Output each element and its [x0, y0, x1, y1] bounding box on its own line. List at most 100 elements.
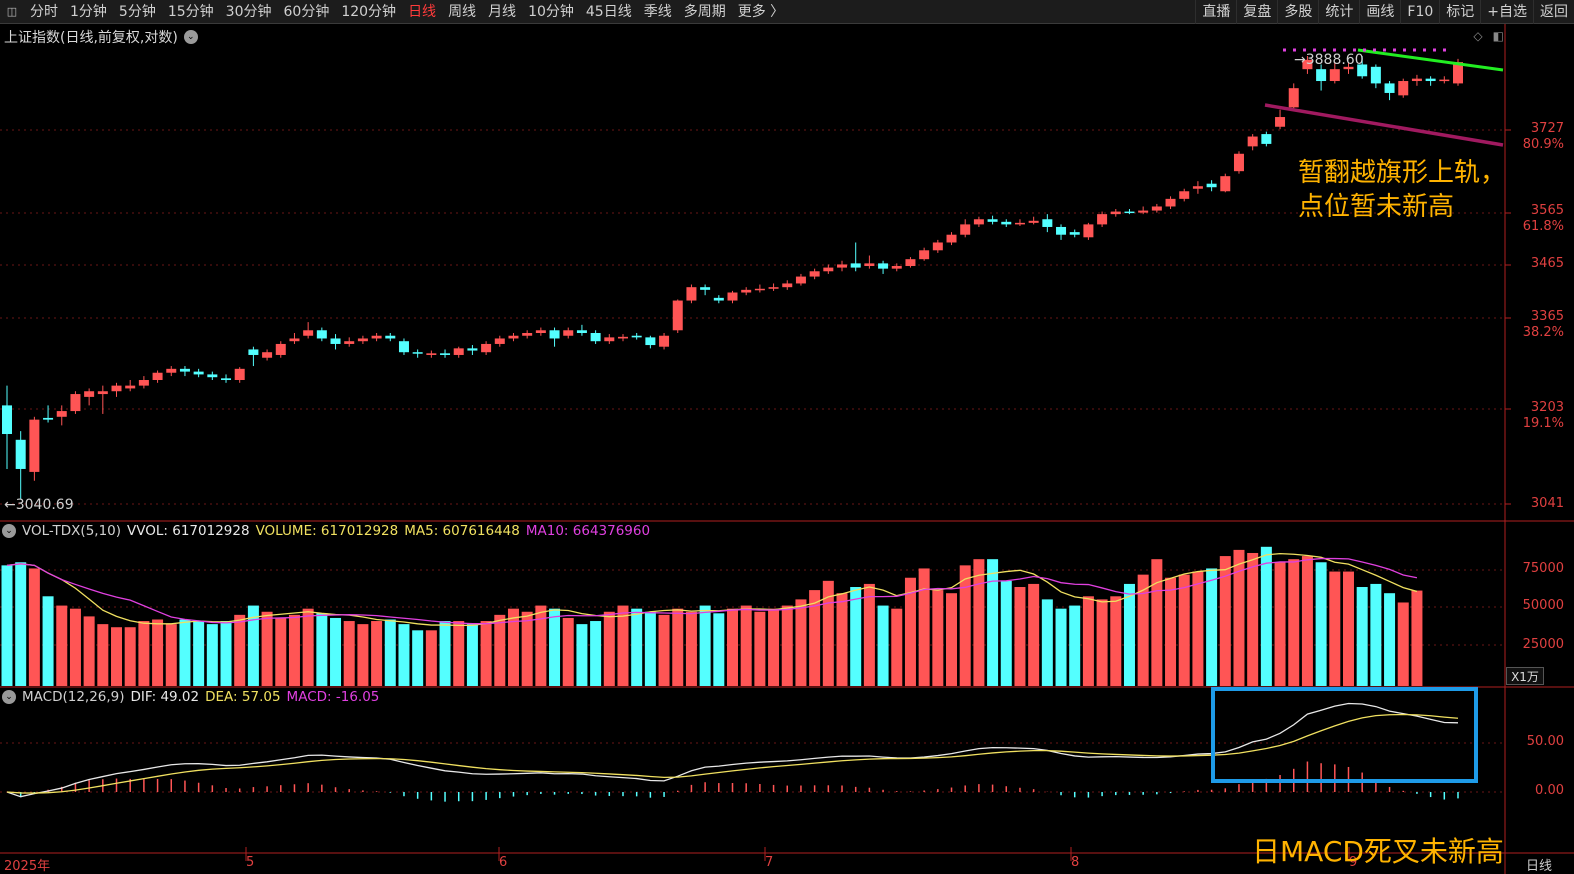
volume-bar: [111, 627, 123, 686]
volume-bar: [343, 621, 355, 686]
toolbar-action-1[interactable]: 复盘: [1236, 0, 1277, 24]
candle-body: [111, 385, 122, 392]
period-tab-9[interactable]: 月线: [482, 0, 522, 24]
volume-bar: [932, 590, 944, 686]
toolbar-action-4[interactable]: 画线: [1359, 0, 1400, 24]
period-tab-5[interactable]: 60分钟: [278, 0, 336, 24]
candle-body: [1275, 117, 1286, 127]
candle-body: [70, 394, 81, 412]
candle-body: [371, 335, 382, 339]
macd-indicator-header: ⌄ MACD(12,26,9) DIF: 49.02 DEA: 57.05 MA…: [2, 689, 379, 705]
volume-bar: [316, 613, 328, 686]
candle-body: [43, 417, 54, 420]
volume-bar: [1274, 562, 1286, 686]
layout-icon[interactable]: ◧: [1493, 29, 1504, 43]
diamond-icon[interactable]: ◇: [1473, 29, 1482, 43]
kline-chart[interactable]: [0, 24, 1574, 874]
period-tab-0[interactable]: 分时: [24, 0, 64, 24]
x-axis-label: 2025年: [4, 859, 51, 874]
toolbar-action-0[interactable]: 直播: [1195, 0, 1236, 24]
period-tab-11[interactable]: 45日线: [580, 0, 638, 24]
macd-annotation: 日MACD死叉未新高: [1252, 835, 1504, 868]
candle-body: [1110, 211, 1121, 215]
price-axis-label: 3041: [1530, 496, 1564, 511]
volume-bar: [220, 621, 232, 686]
volume-indicator-name[interactable]: VOL-TDX(5,10): [22, 523, 121, 539]
volume-bar: [1288, 559, 1300, 686]
volume-bar: [521, 611, 533, 686]
candle-body: [672, 300, 683, 331]
expand-chevron-icon[interactable]: ⌄: [183, 30, 198, 44]
candle-body: [1056, 226, 1067, 235]
candle-body: [289, 338, 300, 342]
toolbar-action-6[interactable]: 标记: [1439, 0, 1480, 24]
period-tab-4[interactable]: 30分钟: [220, 0, 278, 24]
volume-bar: [576, 624, 588, 686]
candle-body: [1384, 83, 1395, 93]
candle-body: [932, 242, 943, 251]
volume-bar: [713, 613, 725, 686]
candle-body: [494, 338, 505, 344]
x-axis-label: 8: [1071, 855, 1080, 870]
volume-bar: [193, 621, 205, 686]
toolbar-action-7[interactable]: +自选: [1480, 0, 1533, 24]
period-tab-8[interactable]: 周线: [442, 0, 482, 24]
volume-bar: [1055, 608, 1067, 686]
toolbar-action-8[interactable]: 返回: [1533, 0, 1574, 24]
volume-bar: [1260, 546, 1272, 686]
period-indicator: 日线: [1525, 859, 1552, 874]
volume-bar: [699, 605, 711, 686]
candle-body: [344, 341, 355, 344]
period-tab-10[interactable]: 10分钟: [522, 0, 580, 24]
volume-bar: [1041, 599, 1053, 686]
price-axis-label: 3565: [1530, 203, 1564, 218]
volume-bar: [644, 611, 656, 686]
candle-body: [316, 330, 327, 339]
period-tab-3[interactable]: 15分钟: [162, 0, 220, 24]
period-tab-1[interactable]: 1分钟: [64, 0, 113, 24]
period-tab-13[interactable]: 多周期: [678, 0, 732, 24]
volume-ma10-line: [6, 557, 1418, 625]
candle-body: [1329, 69, 1340, 82]
candle-body: [946, 234, 957, 243]
volume-bar: [371, 621, 383, 686]
volume-bar: [617, 605, 629, 686]
period-tab-7[interactable]: 日线: [402, 0, 442, 24]
toolbar-action-5[interactable]: F10: [1400, 0, 1439, 24]
volume-bar: [261, 611, 273, 686]
flag-annotation-line2: 点位暂未新高: [1298, 192, 1455, 222]
volume-bar: [1110, 596, 1122, 686]
vvol-value: VVOL: 617012928: [127, 523, 250, 539]
macd-indicator-name[interactable]: MACD(12,26,9): [22, 689, 125, 705]
price-axis-label: 3465: [1530, 256, 1564, 271]
expand-chevron-icon[interactable]: ⌄: [2, 690, 16, 704]
toolbar-action-3[interactable]: 统计: [1318, 0, 1359, 24]
candle-body: [303, 330, 314, 336]
candle-body: [850, 263, 861, 268]
volume-bar: [672, 608, 684, 686]
candle-body: [166, 368, 177, 373]
candle-body: [234, 368, 245, 381]
candle-body: [1165, 198, 1176, 207]
candle-body: [700, 287, 711, 290]
price-axis-label: 3203: [1530, 400, 1564, 415]
period-tab-6[interactable]: 120分钟: [335, 0, 402, 24]
volume-bar: [1028, 583, 1040, 686]
toolbar-action-2[interactable]: 多股: [1277, 0, 1318, 24]
period-tab-14[interactable]: 更多 〉: [732, 0, 790, 24]
volume-bar: [1411, 590, 1423, 686]
candle-body: [1316, 69, 1327, 82]
volume-bar: [384, 619, 396, 686]
volume-bar: [603, 611, 615, 686]
volume-bar: [973, 559, 985, 686]
flag-annotation-line1: 暂翻越旗形上轨，: [1298, 158, 1507, 188]
volume-bar: [836, 593, 848, 686]
volume-bar: [1329, 571, 1341, 686]
volume-bar: [863, 583, 875, 686]
flag-annotation: 暂翻越旗形上轨， 点位暂未新高: [1298, 156, 1506, 224]
candle-body: [2, 405, 12, 435]
expand-chevron-icon[interactable]: ⌄: [2, 524, 16, 538]
period-tab-12[interactable]: 季线: [638, 0, 678, 24]
panel-toggle-icon[interactable]: ◫: [0, 0, 24, 24]
period-tab-2[interactable]: 5分钟: [113, 0, 162, 24]
